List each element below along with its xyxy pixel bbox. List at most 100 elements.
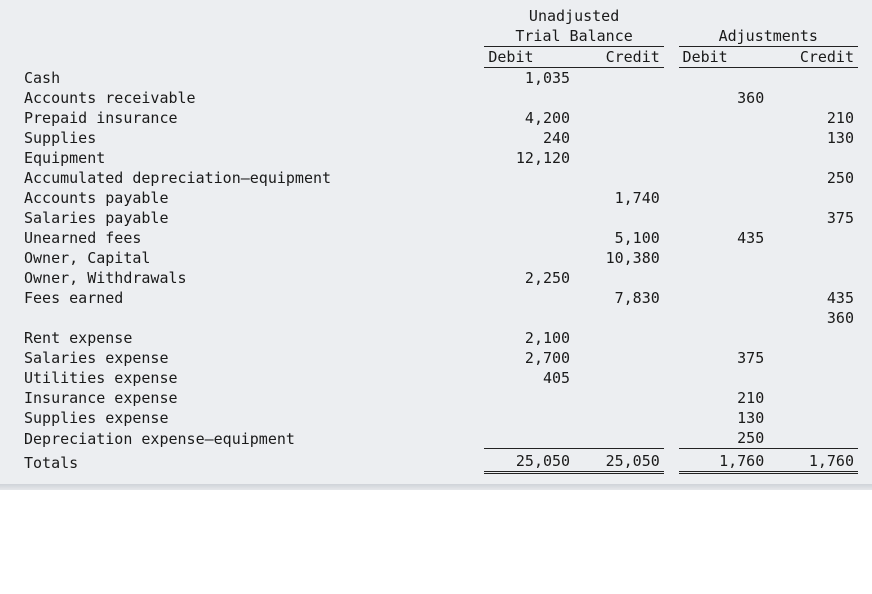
- adj-debit: 435: [679, 228, 769, 248]
- account-name: Owner, Withdrawals: [20, 268, 484, 288]
- utb-debit: [484, 88, 574, 108]
- adj-credit: 210: [768, 108, 858, 128]
- account-name: Equipment: [20, 148, 484, 168]
- table-row: Owner, Withdrawals2,250: [20, 268, 858, 288]
- utb-credit: [574, 348, 664, 368]
- utb-credit: [574, 308, 664, 328]
- account-name: Accounts payable: [20, 188, 484, 208]
- table-row: Fees earned 7,830 435: [20, 288, 858, 308]
- utb-credit: 7,830: [574, 288, 664, 308]
- utb-debit: [484, 428, 574, 449]
- table-row: Unearned fees5,100435: [20, 228, 858, 248]
- adj-debit: [679, 168, 769, 188]
- adj-credit: [768, 348, 858, 368]
- table-row: Prepaid insurance4,200 210: [20, 108, 858, 128]
- account-name: Owner, Capital: [20, 248, 484, 268]
- adj-debit: [679, 108, 769, 128]
- utb-debit: [484, 248, 574, 268]
- utb-debit: 2,250: [484, 268, 574, 288]
- adj-debit: 360: [679, 88, 769, 108]
- adj-credit: 130: [768, 128, 858, 148]
- utb-credit: [574, 388, 664, 408]
- utb-credit: [574, 328, 664, 348]
- table-row: Cash1,035: [20, 68, 858, 89]
- adj-credit: [768, 188, 858, 208]
- utb-credit: [574, 408, 664, 428]
- account-name: Supplies: [20, 128, 484, 148]
- totals-utb-credit: 25,050: [574, 449, 664, 473]
- account-name: Accounts receivable: [20, 88, 484, 108]
- adj-debit: 130: [679, 408, 769, 428]
- utb-debit: 4,200: [484, 108, 574, 128]
- adj-debit: [679, 268, 769, 288]
- table-row: Salaries expense2,700375: [20, 348, 858, 368]
- bottom-rule: [0, 484, 872, 490]
- adj-credit: [768, 368, 858, 388]
- adj-debit: 210: [679, 388, 769, 408]
- account-name: Accumulated depreciation—equipment: [20, 168, 484, 188]
- account-name: Salaries payable: [20, 208, 484, 228]
- header-adjustments: Adjustments: [679, 26, 858, 47]
- utb-debit: [484, 208, 574, 228]
- table-row: Insurance expense 210: [20, 388, 858, 408]
- adj-credit: [768, 88, 858, 108]
- utb-credit: [574, 268, 664, 288]
- table-row: Equipment12,120: [20, 148, 858, 168]
- utb-debit: [484, 388, 574, 408]
- adj-debit: [679, 148, 769, 168]
- table-row: Depreciation expense—equipment250: [20, 428, 858, 449]
- header-row-2: Trial Balance Adjustments: [20, 26, 858, 47]
- adj-debit: [679, 308, 769, 328]
- adj-debit: 250: [679, 428, 769, 449]
- header-row-3: Debit Credit Debit Credit: [20, 47, 858, 68]
- adj-credit: [768, 268, 858, 288]
- adj-credit: [768, 148, 858, 168]
- account-name: Insurance expense: [20, 388, 484, 408]
- adj-debit: [679, 128, 769, 148]
- utb-credit: [574, 368, 664, 388]
- adj-credit: [768, 388, 858, 408]
- account-name: Utilities expense: [20, 368, 484, 388]
- utb-credit: [574, 428, 664, 449]
- col-adj-debit: Debit: [679, 47, 769, 68]
- trial-balance-sheet: Unadjusted Trial Balance Adjustments Deb…: [0, 0, 872, 484]
- table-row: Accumulated depreciation—equipment 250: [20, 168, 858, 188]
- adj-credit: 435: [768, 288, 858, 308]
- utb-credit: [574, 208, 664, 228]
- account-name: Fees earned: [20, 288, 484, 308]
- account-name: Prepaid insurance: [20, 108, 484, 128]
- adj-debit: [679, 208, 769, 228]
- adj-credit: [768, 428, 858, 449]
- utb-debit: 1,035: [484, 68, 574, 89]
- adj-credit: [768, 248, 858, 268]
- adj-credit: 360: [768, 308, 858, 328]
- utb-debit: 2,700: [484, 348, 574, 368]
- table-row: Rent expense2,100: [20, 328, 858, 348]
- adj-debit: [679, 328, 769, 348]
- adj-debit: [679, 368, 769, 388]
- header-unadjusted-1: Unadjusted: [484, 6, 663, 26]
- utb-debit: 12,120: [484, 148, 574, 168]
- header-row-1: Unadjusted: [20, 6, 858, 26]
- account-name: [20, 308, 484, 328]
- table-row: Accounts payable1,740: [20, 188, 858, 208]
- adj-debit: 375: [679, 348, 769, 368]
- table-row: Owner, Capital10,380: [20, 248, 858, 268]
- utb-debit: [484, 228, 574, 248]
- utb-debit: [484, 408, 574, 428]
- adj-credit: 375: [768, 208, 858, 228]
- utb-debit: [484, 308, 574, 328]
- trial-balance-table: Unadjusted Trial Balance Adjustments Deb…: [20, 6, 858, 474]
- utb-debit: [484, 288, 574, 308]
- adj-debit: [679, 188, 769, 208]
- table-row: Accounts receivable 360: [20, 88, 858, 108]
- col-adj-credit: Credit: [768, 47, 858, 68]
- table-row: 360: [20, 308, 858, 328]
- totals-adj-debit: 1,760: [679, 449, 769, 473]
- adj-credit: 250: [768, 168, 858, 188]
- utb-debit: 240: [484, 128, 574, 148]
- utb-credit: 5,100: [574, 228, 664, 248]
- adj-debit: [679, 248, 769, 268]
- utb-credit: [574, 148, 664, 168]
- table-row: Supplies240 130: [20, 128, 858, 148]
